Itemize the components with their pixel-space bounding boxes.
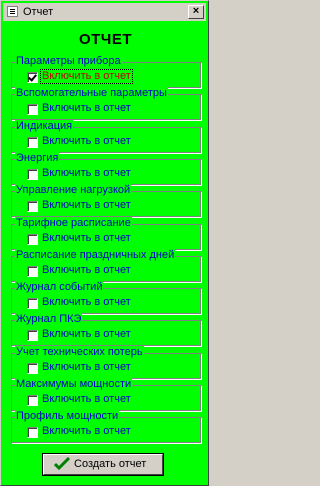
include-checkbox-label[interactable]: Включить в отчет bbox=[42, 425, 131, 438]
include-checkbox-label[interactable]: Включить в отчет bbox=[42, 167, 131, 180]
include-checkbox[interactable] bbox=[27, 427, 38, 438]
section-title: Управление нагрузкой bbox=[15, 184, 132, 197]
section-title: Учет технических потерь bbox=[15, 346, 144, 359]
title-bar[interactable]: Отчет × bbox=[3, 3, 206, 21]
include-checkbox-label[interactable]: Включить в отчет bbox=[42, 135, 131, 148]
section-group: Тарифное расписание Включить в отчет bbox=[11, 217, 201, 250]
include-checkbox[interactable] bbox=[27, 72, 38, 83]
include-checkbox-label[interactable]: Включить в отчет bbox=[42, 232, 131, 245]
section-group: Параметры прибора Включить в отчет bbox=[11, 55, 201, 88]
window-title: Отчет bbox=[23, 6, 54, 18]
check-icon bbox=[54, 457, 70, 471]
section-group: Индикация Включить в отчет bbox=[11, 120, 201, 153]
include-checkbox-label[interactable]: Включить в отчет bbox=[42, 102, 131, 115]
include-checkbox-label[interactable]: Включить в отчет bbox=[42, 361, 131, 374]
app-icon bbox=[7, 6, 18, 17]
section-group: Расписание праздничных дней Включить в от… bbox=[11, 249, 201, 282]
section-group: Энергия Включить в отчет bbox=[11, 152, 201, 185]
section-group: Вспомогательные параметры Включить в отче… bbox=[11, 87, 201, 120]
section-title: Максимумы мощности bbox=[15, 378, 133, 391]
include-checkbox[interactable] bbox=[27, 266, 38, 277]
include-checkbox-label[interactable]: Включить в отчет bbox=[42, 264, 131, 277]
section-title: Журнал событий bbox=[15, 281, 104, 294]
section-group: Учет технических потерь Включить в отчет bbox=[11, 346, 201, 379]
include-checkbox[interactable] bbox=[27, 330, 38, 341]
include-checkbox-label[interactable]: Включить в отчет bbox=[40, 69, 133, 84]
section-title: Профиль мощности bbox=[15, 410, 120, 423]
section-group: Управление нагрузкой Включить в отчет bbox=[11, 184, 201, 217]
include-checkbox[interactable] bbox=[27, 363, 38, 374]
section-title: Журнал ПКЭ bbox=[15, 313, 83, 326]
section-title: Тарифное расписание bbox=[15, 217, 132, 230]
report-window: Отчет × ОТЧЕТ Параметры прибора Включить … bbox=[0, 0, 209, 486]
include-checkbox[interactable] bbox=[27, 104, 38, 115]
section-title: Вспомогательные параметры bbox=[15, 87, 168, 100]
section-group: Журнал событий Включить в отчет bbox=[11, 281, 201, 314]
include-checkbox-label[interactable]: Включить в отчет bbox=[42, 328, 131, 341]
section-group: Профиль мощности Включить в отчет bbox=[11, 410, 201, 443]
section-title: Расписание праздничных дней bbox=[15, 249, 176, 262]
include-checkbox[interactable] bbox=[27, 298, 38, 309]
include-checkbox[interactable] bbox=[27, 137, 38, 148]
create-report-label: Создать отчет bbox=[74, 458, 147, 470]
create-report-button[interactable]: Создать отчет bbox=[42, 453, 164, 476]
include-checkbox[interactable] bbox=[27, 395, 38, 406]
section-group: Максимумы мощности Включить в отчет bbox=[11, 378, 201, 411]
close-button[interactable]: × bbox=[188, 5, 204, 19]
section-title: Энергия bbox=[15, 152, 60, 165]
include-checkbox[interactable] bbox=[27, 234, 38, 245]
include-checkbox-label[interactable]: Включить в отчет bbox=[42, 296, 131, 309]
include-checkbox-label[interactable]: Включить в отчет bbox=[42, 199, 131, 212]
section-title: Индикация bbox=[15, 120, 74, 133]
include-checkbox[interactable] bbox=[27, 169, 38, 180]
include-checkbox[interactable] bbox=[27, 201, 38, 212]
section-title: Параметры прибора bbox=[15, 55, 122, 68]
section-group: Журнал ПКЭ Включить в отчет bbox=[11, 313, 201, 346]
include-checkbox-label[interactable]: Включить в отчет bbox=[42, 393, 131, 406]
page-title: ОТЧЕТ bbox=[78, 31, 133, 48]
